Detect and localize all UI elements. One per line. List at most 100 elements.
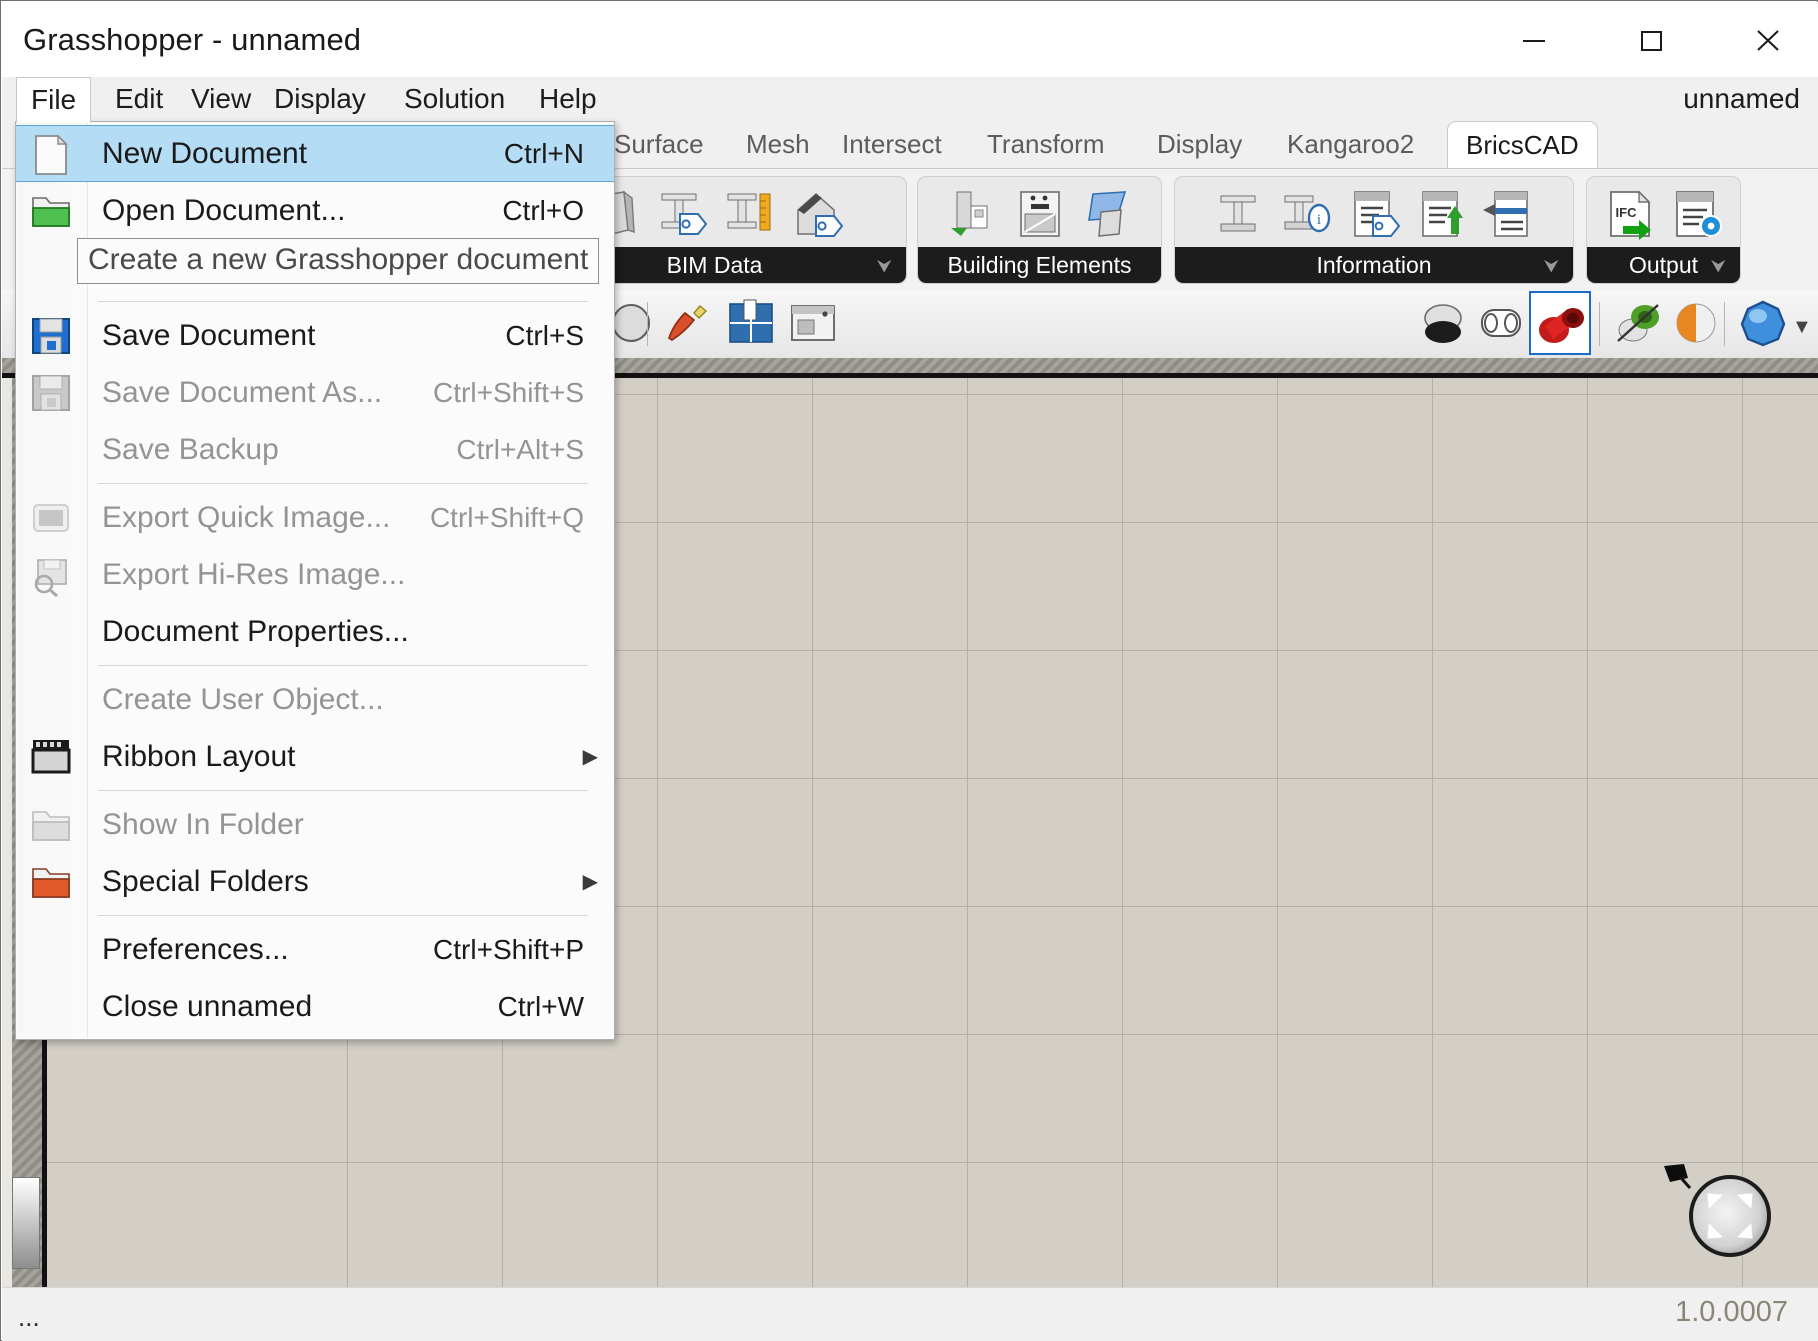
document-tag-icon[interactable] (1345, 184, 1403, 246)
menu-shortcut: Ctrl+S (505, 320, 584, 352)
ribbon-tab-display[interactable]: Display (1157, 121, 1242, 168)
bim-measure-icon[interactable] (720, 184, 778, 246)
menu-separator (98, 301, 588, 302)
menu-label: Special Folders (102, 865, 309, 899)
menu-separator (98, 665, 588, 666)
navigation-wheel-widget[interactable] (1684, 1170, 1776, 1262)
ribbon-tab-mesh[interactable]: Mesh (746, 121, 810, 168)
close-button[interactable] (1716, 3, 1818, 77)
ribbon-layout-icon (28, 734, 74, 780)
bim-tag-beam-icon[interactable] (652, 184, 710, 246)
menu-row-ribbon-layout[interactable]: Ribbon Layout ▶ (16, 728, 614, 785)
menu-label: Document Properties... (102, 615, 409, 649)
menu-label: Export Quick Image... (102, 501, 390, 535)
ribbon-tab-kangaroo2[interactable]: Kangaroo2 (1287, 121, 1414, 168)
ribbon-panel-building-elements: Building Elements (917, 176, 1162, 284)
panel-label-text: Building Elements (947, 252, 1131, 279)
panel-label-output: Output ⮟ (1587, 247, 1740, 283)
menu-row-special-folders[interactable]: Special Folders ▶ (16, 853, 614, 910)
menu-row-show-in-folder[interactable]: Show In Folder (16, 796, 614, 853)
menu-label: Export Hi-Res Image... (102, 558, 405, 592)
menu-item-help[interactable]: Help (525, 77, 611, 121)
grid-snap-icon[interactable] (722, 294, 780, 352)
menu-row-preferences[interactable]: Preferences... Ctrl+Shift+P (16, 921, 614, 978)
document-merge-icon[interactable] (1481, 184, 1539, 246)
slab-element-icon[interactable] (1079, 184, 1137, 246)
viewport-scrollbar-thumb[interactable] (12, 1177, 40, 1269)
beam-info-icon[interactable] (1209, 184, 1267, 246)
arctic-mode-icon[interactable] (1734, 294, 1792, 352)
menu-label: Open Document... (102, 194, 345, 228)
paint-tool-icon[interactable] (657, 294, 715, 352)
panel-expand-arrow-icon[interactable]: ⮟ (1711, 256, 1726, 277)
document-settings-icon[interactable] (1669, 184, 1727, 246)
ribbon-tab-surface[interactable]: Surface (614, 121, 704, 168)
menu-row-open-document[interactable]: Open Document... Ctrl+O (16, 182, 614, 239)
menu-item-view[interactable]: View (177, 77, 265, 121)
menu-bar: File Edit View Display Solution Help unn… (2, 77, 1818, 122)
window-title: Grasshopper - unnamed (23, 22, 361, 58)
ribbon-tab-bricscad[interactable]: BricsCAD (1447, 121, 1598, 170)
ifc-export-icon[interactable]: IFC (1601, 184, 1659, 246)
ghosted-mode-icon[interactable] (1609, 294, 1667, 352)
menu-row-create-user-object[interactable]: Create User Object... (16, 671, 614, 728)
save-as-icon (28, 370, 74, 416)
active-document-label: unnamed (1683, 77, 1800, 121)
ribbon-tab-intersect[interactable]: Intersect (842, 121, 942, 168)
menu-label: Save Document As... (102, 376, 382, 410)
ribbon-panel-information: i (1174, 176, 1574, 284)
wireframe-shaded-mode-icon[interactable] (1414, 294, 1472, 352)
export-image-icon (28, 495, 74, 541)
panel-label-information: Information ⮟ (1175, 247, 1573, 283)
window-element-icon[interactable] (1011, 184, 1069, 246)
rendered-mode-icon[interactable] (1667, 294, 1725, 352)
menu-shortcut: Ctrl+Shift+P (433, 934, 584, 966)
ribbon-tab-transform[interactable]: Transform (987, 121, 1105, 168)
minimize-button[interactable] (1482, 3, 1586, 77)
menu-label: Ribbon Layout (102, 740, 295, 774)
menu-row-export-hires-image[interactable]: Export Hi-Res Image... (16, 546, 614, 603)
menu-shortcut: Ctrl+Shift+S (433, 377, 584, 409)
document-upload-icon[interactable] (1413, 184, 1471, 246)
building-elements-icon-row (918, 177, 1161, 253)
menu-item-file[interactable]: File (16, 77, 91, 123)
application-window: Grasshopper - unnamed File Edit View Dis… (0, 0, 1818, 1341)
column-element-icon[interactable] (943, 184, 1001, 246)
viewport-properties-icon[interactable] (784, 294, 842, 352)
maximize-button[interactable] (1599, 3, 1703, 77)
menu-item-display[interactable]: Display (260, 77, 380, 121)
menu-separator (98, 790, 588, 791)
wireframe-mode-icon[interactable] (1472, 294, 1530, 352)
menu-item-edit[interactable]: Edit (101, 77, 177, 121)
menu-label: Show In Folder (102, 808, 304, 842)
mouse-cursor-icon (1662, 1162, 1696, 1192)
menu-shortcut: Ctrl+W (498, 991, 584, 1023)
menu-shortcut: Ctrl+N (504, 138, 584, 170)
menu-row-save-backup[interactable]: Save Backup Ctrl+Alt+S (16, 421, 614, 478)
save-icon (28, 313, 74, 359)
menu-row-close-document[interactable]: Close unnamed Ctrl+W (16, 978, 614, 1035)
shaded-mode-icon[interactable] (1532, 294, 1590, 352)
tooltip: Create a new Grasshopper document (77, 238, 599, 284)
menu-row-document-properties[interactable]: Document Properties... (16, 603, 614, 660)
export-hires-icon (28, 552, 74, 598)
beam-detail-info-icon[interactable]: i (1277, 184, 1335, 246)
version-label: 1.0.0007 (1675, 1296, 1788, 1329)
panel-expand-arrow-icon[interactable]: ⮟ (877, 256, 892, 277)
menu-row-save-document[interactable]: Save Document Ctrl+S (16, 307, 614, 364)
open-folder-icon (28, 188, 74, 234)
menu-label: Create User Object... (102, 683, 384, 717)
menu-label: Close unnamed (102, 990, 312, 1024)
menu-label: Save Backup (102, 433, 279, 467)
bim-building-tag-icon[interactable] (788, 184, 846, 246)
menu-row-save-document-as[interactable]: Save Document As... Ctrl+Shift+S (16, 364, 614, 421)
menu-row-export-quick-image[interactable]: Export Quick Image... Ctrl+Shift+Q (16, 489, 614, 546)
display-mode-dropdown-arrow-icon[interactable]: ▼ (1792, 316, 1812, 339)
menu-item-solution[interactable]: Solution (390, 77, 519, 121)
menu-row-new-document[interactable]: New Document Ctrl+N (16, 125, 614, 182)
svg-text:i: i (1317, 212, 1321, 228)
menu-shortcut: Ctrl+Shift+Q (430, 502, 584, 534)
information-icon-row: i (1175, 177, 1573, 253)
menu-label: Save Document (102, 319, 315, 353)
panel-expand-arrow-icon[interactable]: ⮟ (1544, 256, 1559, 277)
